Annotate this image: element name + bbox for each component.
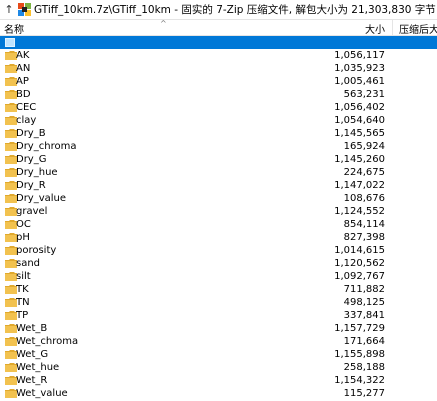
file-name: gravel bbox=[16, 206, 48, 217]
file-name: Wet_value bbox=[16, 388, 68, 399]
file-name: Wet_hue bbox=[16, 362, 60, 373]
column-header-name[interactable]: 名称 bbox=[4, 21, 24, 36]
file-name: Dry_value bbox=[16, 193, 67, 204]
file-size: 337,841 bbox=[343, 310, 385, 321]
list-item[interactable]: Wet_hue 258,188 bbox=[0, 361, 437, 374]
list-item[interactable]: gravel 1,124,552 bbox=[0, 205, 437, 218]
file-size: 165,924 bbox=[343, 141, 385, 152]
list-item[interactable]: AP 1,005,461 bbox=[0, 75, 437, 88]
list-item[interactable]: Wet_R 1,154,322 bbox=[0, 374, 437, 387]
list-item[interactable]: TP 337,841 bbox=[0, 309, 437, 322]
file-name: Dry_R bbox=[16, 180, 46, 191]
list-item[interactable]: AK 1,056,117 bbox=[0, 49, 437, 62]
file-size: 108,676 bbox=[343, 193, 385, 204]
file-name: OC bbox=[16, 219, 31, 230]
file-name: Dry_B bbox=[16, 128, 46, 139]
file-size: 827,398 bbox=[343, 232, 385, 243]
folder-icon bbox=[5, 38, 15, 47]
file-size: 1,145,260 bbox=[334, 154, 385, 165]
file-name: Dry_chroma bbox=[16, 141, 77, 152]
address-path-text: GTiff_10km.7z\GTiff_10km - 固实的 7-Zip 压缩文… bbox=[34, 4, 436, 16]
list-item[interactable]: Wet_B 1,157,729 bbox=[0, 322, 437, 335]
file-size: 1,157,729 bbox=[334, 323, 385, 334]
file-size: 1,124,552 bbox=[334, 206, 385, 217]
list-item[interactable]: pH 827,398 bbox=[0, 231, 437, 244]
file-name: TK bbox=[16, 284, 29, 295]
file-name: Dry_G bbox=[16, 154, 47, 165]
file-manager-window: ↑ GTiff_10km.7z\GTiff_10km - 固实的 7-Zip 压… bbox=[0, 0, 437, 401]
file-size: 1,154,322 bbox=[334, 375, 385, 386]
file-name: CEC bbox=[16, 102, 37, 113]
file-size: 258,188 bbox=[343, 362, 385, 373]
file-name: Wet_R bbox=[16, 375, 48, 386]
list-item[interactable]: CEC 1,056,402 bbox=[0, 101, 437, 114]
7zip-archive-icon bbox=[18, 3, 31, 16]
file-name: AN bbox=[16, 63, 31, 74]
file-name: Dry_hue bbox=[16, 167, 58, 178]
list-item[interactable]: clay 1,054,640 bbox=[0, 114, 437, 127]
list-item[interactable]: silt 1,092,767 bbox=[0, 270, 437, 283]
list-item[interactable]: Dry_value 108,676 bbox=[0, 192, 437, 205]
list-item[interactable]: sand 1,120,562 bbox=[0, 257, 437, 270]
up-arrow-icon[interactable]: ↑ bbox=[2, 1, 16, 19]
column-divider[interactable] bbox=[392, 20, 393, 35]
list-item[interactable]: Dry_chroma 165,924 bbox=[0, 140, 437, 153]
address-bar[interactable]: ↑ GTiff_10km.7z\GTiff_10km - 固实的 7-Zip 压… bbox=[0, 0, 437, 20]
file-size: 1,056,117 bbox=[334, 50, 385, 61]
file-size: 711,882 bbox=[343, 284, 385, 295]
file-name: clay bbox=[16, 115, 37, 126]
file-name: silt bbox=[16, 271, 31, 282]
list-item[interactable]: Wet_chroma 171,664 bbox=[0, 335, 437, 348]
file-size: 1,145,565 bbox=[334, 128, 385, 139]
file-size: 1,014,615 bbox=[334, 245, 385, 256]
list-item[interactable]: TK 711,882 bbox=[0, 283, 437, 296]
column-header-packed-size[interactable]: 压缩后大小 bbox=[399, 21, 437, 36]
column-header: 名称 ^ 大小 压缩后大小 bbox=[0, 19, 437, 36]
file-size: 854,114 bbox=[343, 219, 385, 230]
sort-ascending-icon: ^ bbox=[160, 19, 167, 28]
file-size: 115,277 bbox=[343, 388, 385, 399]
list-item[interactable]: Wet_G 1,155,898 bbox=[0, 348, 437, 361]
list-item[interactable]: Dry_hue 224,675 bbox=[0, 166, 437, 179]
file-size: 1,092,767 bbox=[334, 271, 385, 282]
file-name: BD bbox=[16, 89, 31, 100]
file-name: pH bbox=[16, 232, 30, 243]
file-size: 1,035,923 bbox=[334, 63, 385, 74]
file-name: TN bbox=[16, 297, 30, 308]
list-item[interactable]: OC 854,114 bbox=[0, 218, 437, 231]
list-item[interactable]: Wet_value 115,277 bbox=[0, 387, 437, 400]
file-name: AP bbox=[16, 76, 29, 87]
list-item[interactable]: Dry_R 1,147,022 bbox=[0, 179, 437, 192]
list-item[interactable]: Dry_B 1,145,565 bbox=[0, 127, 437, 140]
file-name: Wet_B bbox=[16, 323, 48, 334]
list-item[interactable]: Dry_G 1,145,260 bbox=[0, 153, 437, 166]
file-size: 1,056,402 bbox=[334, 102, 385, 113]
file-name: AK bbox=[16, 50, 30, 61]
list-item[interactable]: TN 498,125 bbox=[0, 296, 437, 309]
file-name: Wet_G bbox=[16, 349, 49, 360]
list-item[interactable]: AN 1,035,923 bbox=[0, 62, 437, 75]
file-size: 1,155,898 bbox=[334, 349, 385, 360]
file-size: 224,675 bbox=[343, 167, 385, 178]
list-item[interactable]: porosity 1,014,615 bbox=[0, 244, 437, 257]
file-size: 1,005,461 bbox=[334, 76, 385, 87]
file-name: TP bbox=[16, 310, 29, 321]
file-size: 1,147,022 bbox=[334, 180, 385, 191]
file-name: Wet_chroma bbox=[16, 336, 79, 347]
file-name: porosity bbox=[16, 245, 57, 256]
file-size: 498,125 bbox=[343, 297, 385, 308]
file-size: 171,664 bbox=[343, 336, 385, 347]
file-size: 563,231 bbox=[343, 89, 385, 100]
file-list: AK 1,056,117 AN 1,035,923 AP 1,005,461 BD 563,2… bbox=[0, 36, 437, 401]
list-item[interactable]: BD 563,231 bbox=[0, 88, 437, 101]
file-size: 1,120,562 bbox=[334, 258, 385, 269]
list-item-selected[interactable] bbox=[0, 36, 437, 49]
column-header-size[interactable]: 大小 bbox=[365, 21, 385, 36]
file-size: 1,054,640 bbox=[334, 115, 385, 126]
file-name: sand bbox=[16, 258, 41, 269]
